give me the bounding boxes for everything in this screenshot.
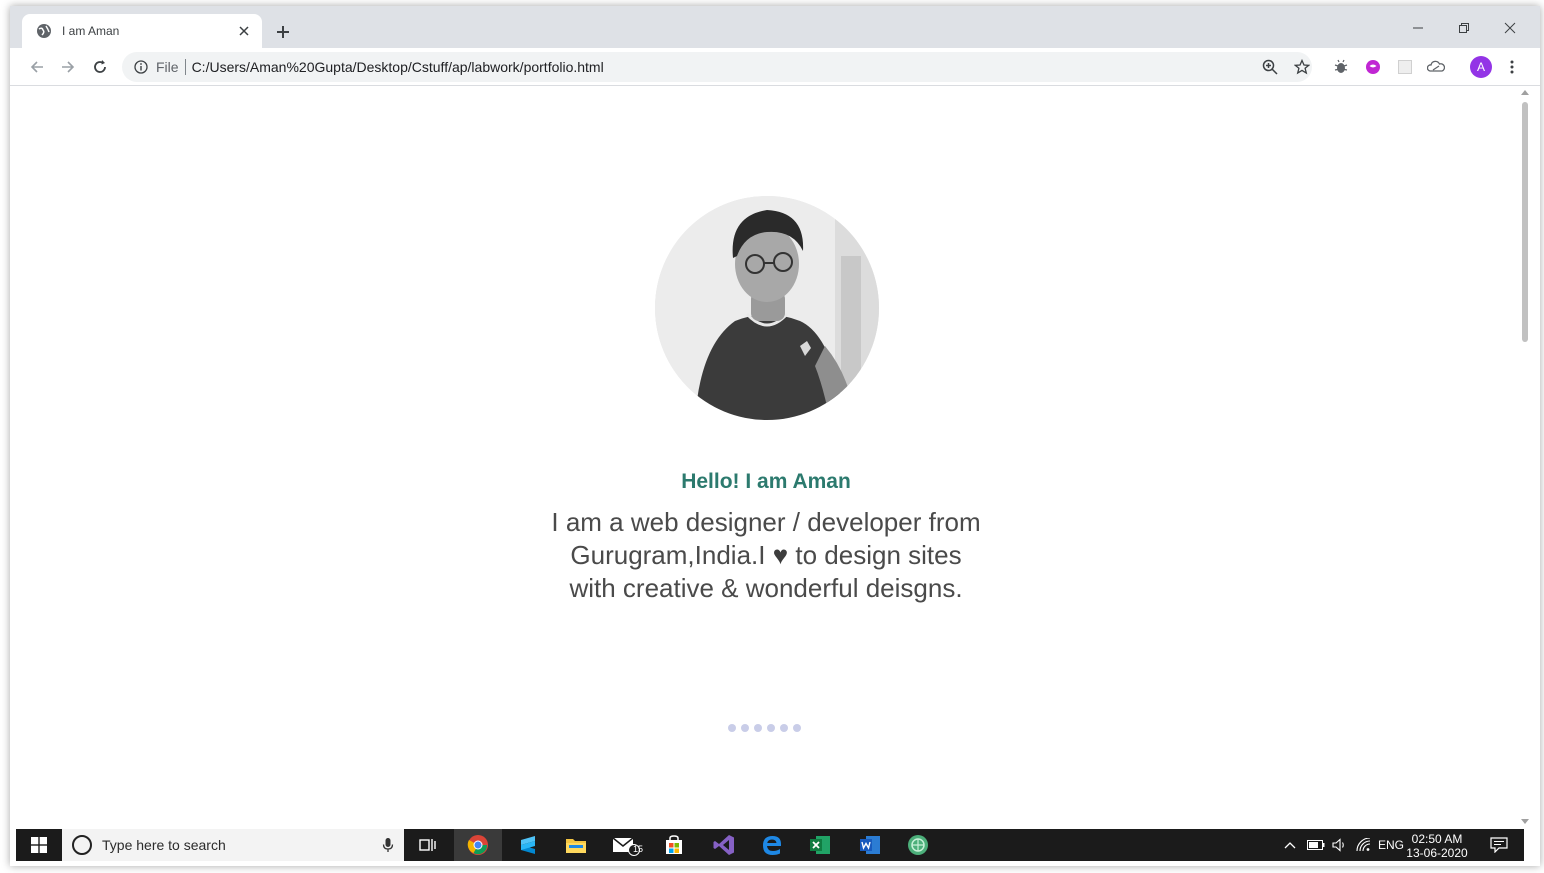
cloud-extension-icon[interactable] [1426,57,1446,77]
loader-dot [754,724,762,732]
edge-icon[interactable] [748,829,796,861]
address-bar[interactable]: File C:/Users/Aman%20Gupta/Desktop/Cstuf… [122,52,1312,82]
reload-icon[interactable] [89,56,111,78]
word-icon[interactable] [846,829,894,861]
search-placeholder: Type here to search [102,837,226,853]
intro-text: I am a web designer / developer from Gur… [546,506,986,605]
loader-dot [741,724,749,732]
extension-icon[interactable] [1395,57,1415,77]
tray-chevron-up-icon[interactable] [1282,829,1298,861]
scroll-down-icon[interactable] [1521,819,1529,824]
minimize-icon[interactable] [1408,18,1428,38]
forward-arrow-icon[interactable] [57,56,79,78]
cortana-icon [72,835,92,855]
tab-strip: I am Aman [10,6,1540,48]
wifi-icon[interactable] [1354,829,1374,861]
store-icon[interactable] [650,829,698,861]
visual-studio-icon[interactable] [700,829,748,861]
chrome-icon[interactable] [454,829,502,861]
bug-extension-icon[interactable] [1331,57,1351,77]
windows-start-icon[interactable] [16,829,62,861]
taskbar-clock[interactable]: 02:50 AM 13-06-2020 [1402,832,1472,860]
scroll-thumb[interactable] [1522,102,1528,342]
volume-icon[interactable] [1330,829,1350,861]
loader-dot [767,724,775,732]
notification-icon[interactable] [1488,835,1510,855]
battery-icon[interactable] [1306,829,1326,861]
clock-date: 13-06-2020 [1406,846,1468,860]
zoom-icon[interactable] [1260,57,1280,77]
profile-photo [655,196,879,420]
chat-extension-icon[interactable] [1363,57,1383,77]
avatar[interactable]: A [1470,56,1492,78]
loader-dots [728,724,801,732]
star-icon[interactable] [1292,57,1312,77]
close-window-icon[interactable] [1500,18,1520,38]
url-text[interactable]: C:/Users/Aman%20Gupta/Desktop/Cstuff/ap/… [192,59,604,75]
loader-dot [780,724,788,732]
info-icon[interactable] [134,60,148,74]
excel-icon[interactable] [796,829,844,861]
page-scrollbar[interactable] [1518,86,1532,828]
globe-app-icon[interactable] [894,829,942,861]
taskbar-search-input[interactable]: Type here to search [62,829,404,861]
screen: I am Aman File C:/Users/Aman%20Gupta/Des… [0,0,1544,873]
page-content: Hello! I am Aman I am a web designer / d… [10,86,1518,828]
task-view-icon[interactable] [404,829,452,861]
scroll-up-icon[interactable] [1521,90,1529,95]
heart-icon: ♥ [772,540,789,570]
mic-icon[interactable] [378,835,398,855]
browser-toolbar: File C:/Users/Aman%20Gupta/Desktop/Cstuf… [10,48,1540,86]
greeting-heading: Hello! I am Aman [681,470,851,493]
mail-icon[interactable]: 15 [602,829,650,861]
clock-time: 02:50 AM [1411,832,1463,846]
url-separator [184,59,186,75]
globe-icon [36,23,52,39]
language-indicator[interactable]: ENG [1378,829,1404,861]
browser-tab[interactable]: I am Aman [22,14,262,48]
loader-dot [793,724,801,732]
sublime-icon[interactable] [504,829,552,861]
loader-dot [728,724,736,732]
more-vert-icon[interactable] [1502,57,1522,77]
plus-icon[interactable] [272,21,294,43]
restore-icon[interactable] [1454,18,1474,38]
browser-window: I am Aman File C:/Users/Aman%20Gupta/Des… [10,6,1540,866]
file-explorer-icon[interactable] [552,829,600,861]
back-arrow-icon[interactable] [26,56,48,78]
url-scheme: File [156,59,179,75]
mail-badge: 15 [633,844,644,854]
tab-title: I am Aman [62,24,120,38]
windows-taskbar: Type here to search 15 ENG 02:50 AM 13-0… [16,829,1524,861]
close-icon[interactable] [236,23,252,39]
